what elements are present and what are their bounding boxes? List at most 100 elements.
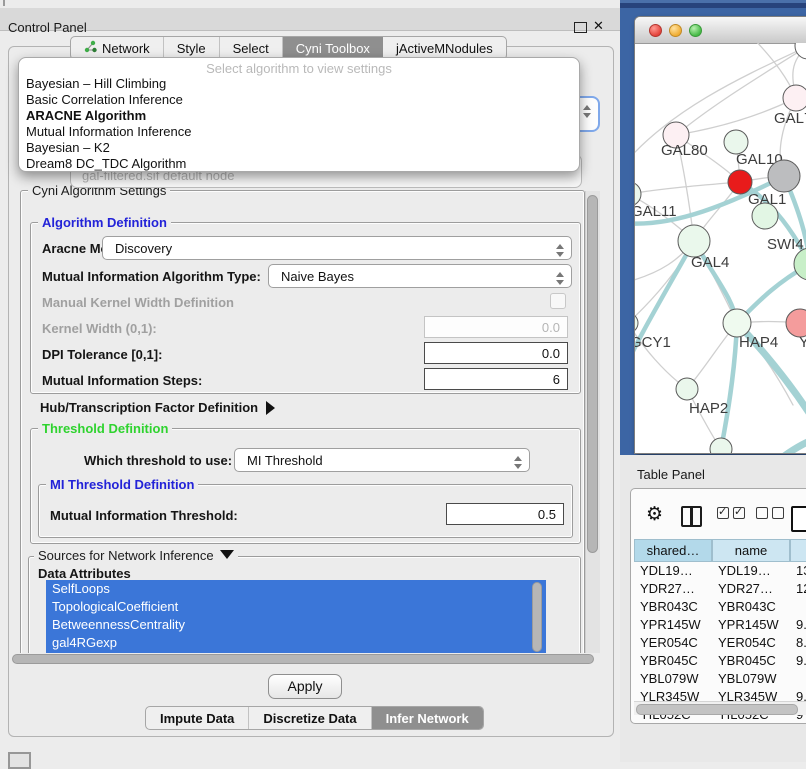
list-scrollbar-thumb[interactable] (532, 582, 542, 652)
table-cell: 9. (796, 652, 806, 670)
table-cell: YBR043C (640, 598, 712, 616)
table-row[interactable]: YBR045CYBR045C9. (634, 652, 806, 670)
mi-type-select[interactable]: Naive Bayes (268, 264, 572, 288)
table-cell: 8. (796, 634, 806, 652)
table-row[interactable]: YER054CYER054C8. (634, 634, 806, 652)
tab-infer-network[interactable]: Infer Network (372, 707, 483, 729)
sources-toggle[interactable]: Sources for Network Inference (34, 548, 238, 563)
aracne-mode-value: Discovery (115, 241, 172, 256)
node-label: HAP4 (739, 334, 778, 351)
settings-hscroll-track[interactable] (10, 653, 600, 666)
table-cell: 12 (796, 580, 806, 598)
network-node-hap2[interactable] (676, 378, 698, 400)
column-header-name[interactable]: name (712, 539, 790, 562)
node-label: GAL11 (635, 203, 677, 220)
spinner-arrows-icon (556, 272, 564, 285)
data-attributes-label: Data Attributes (38, 566, 131, 581)
close-icon[interactable]: ✕ (593, 18, 604, 34)
aracne-mode-select[interactable]: Discovery (102, 236, 572, 260)
attribute-item-selected[interactable]: TopologicalCoefficient (46, 598, 546, 616)
table-cell: YBR045C (718, 652, 790, 670)
algorithm-option[interactable]: Bayesian – Hill Climbing (19, 76, 579, 92)
network-node[interactable] (768, 160, 800, 192)
sources-title: Sources for Network Inference (38, 548, 214, 563)
node-label: GCY1 (635, 334, 671, 351)
collapse-down-icon (220, 550, 234, 559)
tab-label: Select (233, 41, 269, 56)
table-row[interactable]: YBL079W YBL079W (634, 670, 806, 688)
checked-pair-icon[interactable] (717, 506, 749, 524)
tab-select[interactable]: Select (220, 37, 283, 59)
attribute-item-selected[interactable]: gal4RGexp (46, 634, 546, 652)
mi-threshold-field[interactable]: 0.5 (446, 503, 564, 525)
table-cell: YBL079W (640, 670, 712, 688)
table-row[interactable]: YDR27…YDR27…12 (634, 580, 806, 598)
network-node[interactable] (752, 203, 778, 229)
settings-vscroll-thumb[interactable] (587, 195, 598, 553)
node-label: GAL7 (774, 110, 806, 127)
network-node-gcy1[interactable] (635, 313, 638, 333)
attribute-item-selected[interactable]: BetweennessCentrality (46, 616, 546, 634)
network-node-hap4[interactable] (723, 309, 751, 337)
collapsed-panel-icon[interactable] (8, 752, 31, 769)
float-window-icon[interactable] (574, 22, 587, 33)
columns-icon[interactable] (681, 506, 702, 527)
node-label: SWI4 (767, 236, 804, 253)
data-attributes-list[interactable]: SelfLoopsTopologicalCoefficientBetweenne… (46, 580, 546, 656)
table-cell: YDL19… (718, 562, 790, 580)
which-threshold-value: MI Threshold (247, 453, 323, 468)
network-node[interactable] (795, 43, 806, 59)
network-canvas[interactable]: GAL7GAL80GAL10GAL1GAL11GAL4SWI4GCY1HAP4Y… (635, 43, 806, 453)
table-cell: 9. (796, 616, 806, 634)
document-icon[interactable] (791, 506, 806, 532)
network-node-gal4[interactable] (678, 225, 710, 257)
algorithm-option[interactable]: Mutual Information Inference (19, 124, 579, 140)
algorithm-option[interactable]: Dream8 DC_TDC Algorithm (19, 156, 579, 172)
algorithm-dropdown-popup: Select algorithm to view settings Bayesi… (18, 57, 580, 172)
column-header-shared[interactable]: shared… (634, 539, 712, 562)
settings-hscroll-thumb[interactable] (12, 654, 594, 664)
network-view-window: GAL7GAL80GAL10GAL1GAL11GAL4SWI4GCY1HAP4Y… (634, 16, 806, 454)
algorithm-option[interactable]: Basic Correlation Inference (19, 92, 579, 108)
table-hscroll-thumb[interactable] (636, 704, 798, 715)
table-cell: YDL19… (640, 562, 712, 580)
hub-definition-toggle[interactable]: Hub/Transcription Factor Definition (40, 400, 275, 415)
tab-impute-data[interactable]: Impute Data (146, 707, 249, 729)
network-node-gal7[interactable] (783, 85, 806, 111)
close-traffic-light-icon[interactable] (649, 24, 662, 37)
tab-discretize-data[interactable]: Discretize Data (249, 707, 371, 729)
algorithm-option[interactable]: ARACNE Algorithm (19, 108, 579, 124)
network-window-titlebar[interactable] (635, 17, 806, 44)
mi-steps-field[interactable]: 6 (424, 368, 568, 390)
table-row[interactable]: YDL19…YDL19…13 (634, 562, 806, 580)
table-row[interactable]: YBR043CYBR043C (634, 598, 806, 616)
table-cell: YBL079W (718, 670, 790, 688)
table-hscroll-track[interactable] (634, 701, 806, 715)
attribute-item-selected[interactable]: SelfLoops (46, 580, 546, 598)
algorithm-definition-title: Algorithm Definition (38, 215, 171, 230)
minimize-traffic-light-icon[interactable] (669, 24, 682, 37)
table-row[interactable]: YPR145WYPR145W9. (634, 616, 806, 634)
tab-network[interactable]: Network (71, 37, 164, 59)
spinner-arrows-icon (556, 244, 564, 257)
network-node[interactable] (710, 438, 732, 453)
tab-cyni-toolbox[interactable]: Cyni Toolbox (283, 37, 383, 59)
mi-steps-label: Mutual Information Steps: (42, 373, 202, 388)
window-title: Control Panel (8, 20, 87, 35)
zoom-traffic-light-icon[interactable] (689, 24, 702, 37)
column-header-A[interactable]: A (790, 539, 806, 562)
manual-kernel-checkbox[interactable] (550, 293, 566, 309)
network-edge-highlight (775, 434, 806, 453)
gear-icon[interactable]: ⚙ (646, 506, 663, 524)
algorithm-option[interactable]: Bayesian – K2 (19, 140, 579, 156)
mi-type-label: Mutual Information Algorithm Type: (42, 269, 261, 284)
tab-jactivemnodules[interactable]: jActiveMNodules (383, 37, 506, 59)
apply-button[interactable]: Apply (268, 674, 342, 699)
mi-threshold-label: Mutual Information Threshold: (50, 508, 238, 523)
unchecked-pair-icon[interactable] (756, 506, 788, 524)
which-threshold-select[interactable]: MI Threshold (234, 448, 530, 472)
kernel-width-field[interactable]: 0.0 (424, 316, 568, 338)
dpi-tolerance-field[interactable]: 0.0 (424, 342, 568, 364)
tab-style[interactable]: Style (164, 37, 220, 59)
network-node-y[interactable] (786, 309, 806, 337)
